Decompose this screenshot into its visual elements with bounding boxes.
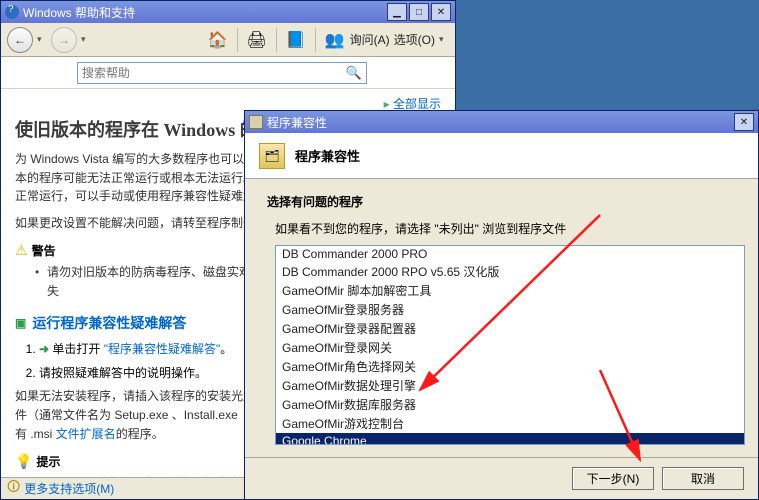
support-icon: 🛈 [7,478,20,500]
help-search-input[interactable] [82,66,342,80]
forward-button[interactable]: → [51,27,77,53]
select-program-label: 选择有问题的程序 [267,193,736,210]
help-search-box[interactable]: 🔍 [77,62,367,84]
options-button[interactable]: 选项(O) [394,31,435,48]
help-search-bar: 🔍 [1,57,455,89]
expand-icon: ▣ [15,316,26,330]
ask-icon[interactable]: 👥 [324,29,346,51]
wizard-header-text: 程序兼容性 [295,146,360,165]
back-dropdown-icon[interactable]: ▾ [37,34,47,45]
help-toolbar: ← ▾ → ▾ 🏠 🖨 📘 👥 询问(A) 选项(O) ▾ [1,23,455,57]
list-item[interactable]: DB Commander 2000 RPO v5.65 汉化版 [276,262,744,281]
home-icon[interactable]: 🏠 [207,29,229,51]
action-arrow-icon: ➜ [39,342,49,356]
list-item[interactable]: GameOfMir数据处理引擎 [276,376,744,395]
warning-icon: ⚠ [15,242,28,259]
list-item[interactable]: DB Commander 2000 PRO [276,246,744,262]
list-item[interactable]: GameOfMir登录服务器 [276,300,744,319]
cancel-button[interactable]: 取消 [662,467,744,490]
list-item[interactable]: GameOfMir登录器配置器 [276,319,744,338]
forward-dropdown-icon[interactable]: ▾ [81,34,91,45]
select-program-hint: 如果看不到您的程序，请选择 "未列出" 浏览到程序文件 [275,220,736,237]
file-ext-link[interactable]: 文件扩展名 [56,427,116,441]
wizard-header-icon: 🗂 [259,143,285,169]
list-item[interactable]: GameOfMir游戏控制台 [276,414,744,433]
program-listbox[interactable]: DB Commander 2000 PRODB Commander 2000 R… [275,245,745,445]
ask-button[interactable]: 询问(A) [350,31,390,48]
compat-wizard: 程序兼容性 ✕ 🗂 程序兼容性 选择有问题的程序 如果看不到您的程序，请选择 "… [244,110,759,500]
tip-icon: 💡 [15,453,32,470]
open-troubleshooter-link[interactable]: "程序兼容性疑难解答" [104,342,221,356]
help-titlebar[interactable]: Windows 帮助和支持 ▁ □ ✕ [1,1,455,23]
wizard-header: 🗂 程序兼容性 [245,133,758,179]
more-support-link[interactable]: 更多支持选项(M) [24,480,114,497]
wizard-close-button[interactable]: ✕ [734,113,754,131]
wizard-title: 程序兼容性 [267,114,327,131]
list-item[interactable]: GameOfMir角色选择网关 [276,357,744,376]
next-button[interactable]: 下一步(N) [572,467,654,490]
list-item[interactable]: GameOfMir登录网关 [276,338,744,357]
maximize-button[interactable]: □ [409,3,429,21]
wizard-footer: 下一步(N) 取消 [245,457,758,499]
search-icon[interactable]: 🔍 [346,65,362,81]
list-item[interactable]: Google Chrome [276,433,744,445]
wizard-titlebar[interactable]: 程序兼容性 ✕ [245,111,758,133]
back-button[interactable]: ← [7,27,33,53]
list-item[interactable]: GameOfMir数据库服务器 [276,395,744,414]
list-item[interactable]: GameOfMir 脚本加解密工具 [276,281,744,300]
help-title: Windows 帮助和支持 [23,4,135,21]
wizard-icon [249,115,263,129]
print-icon[interactable]: 🖨 [246,29,268,51]
minimize-button[interactable]: ▁ [387,3,407,21]
wizard-body: 选择有问题的程序 如果看不到您的程序，请选择 "未列出" 浏览到程序文件 DB … [245,179,758,453]
browse-icon[interactable]: 📘 [285,29,307,51]
close-button[interactable]: ✕ [431,3,451,21]
options-dropdown-icon[interactable]: ▾ [439,34,449,45]
help-icon [5,5,19,19]
